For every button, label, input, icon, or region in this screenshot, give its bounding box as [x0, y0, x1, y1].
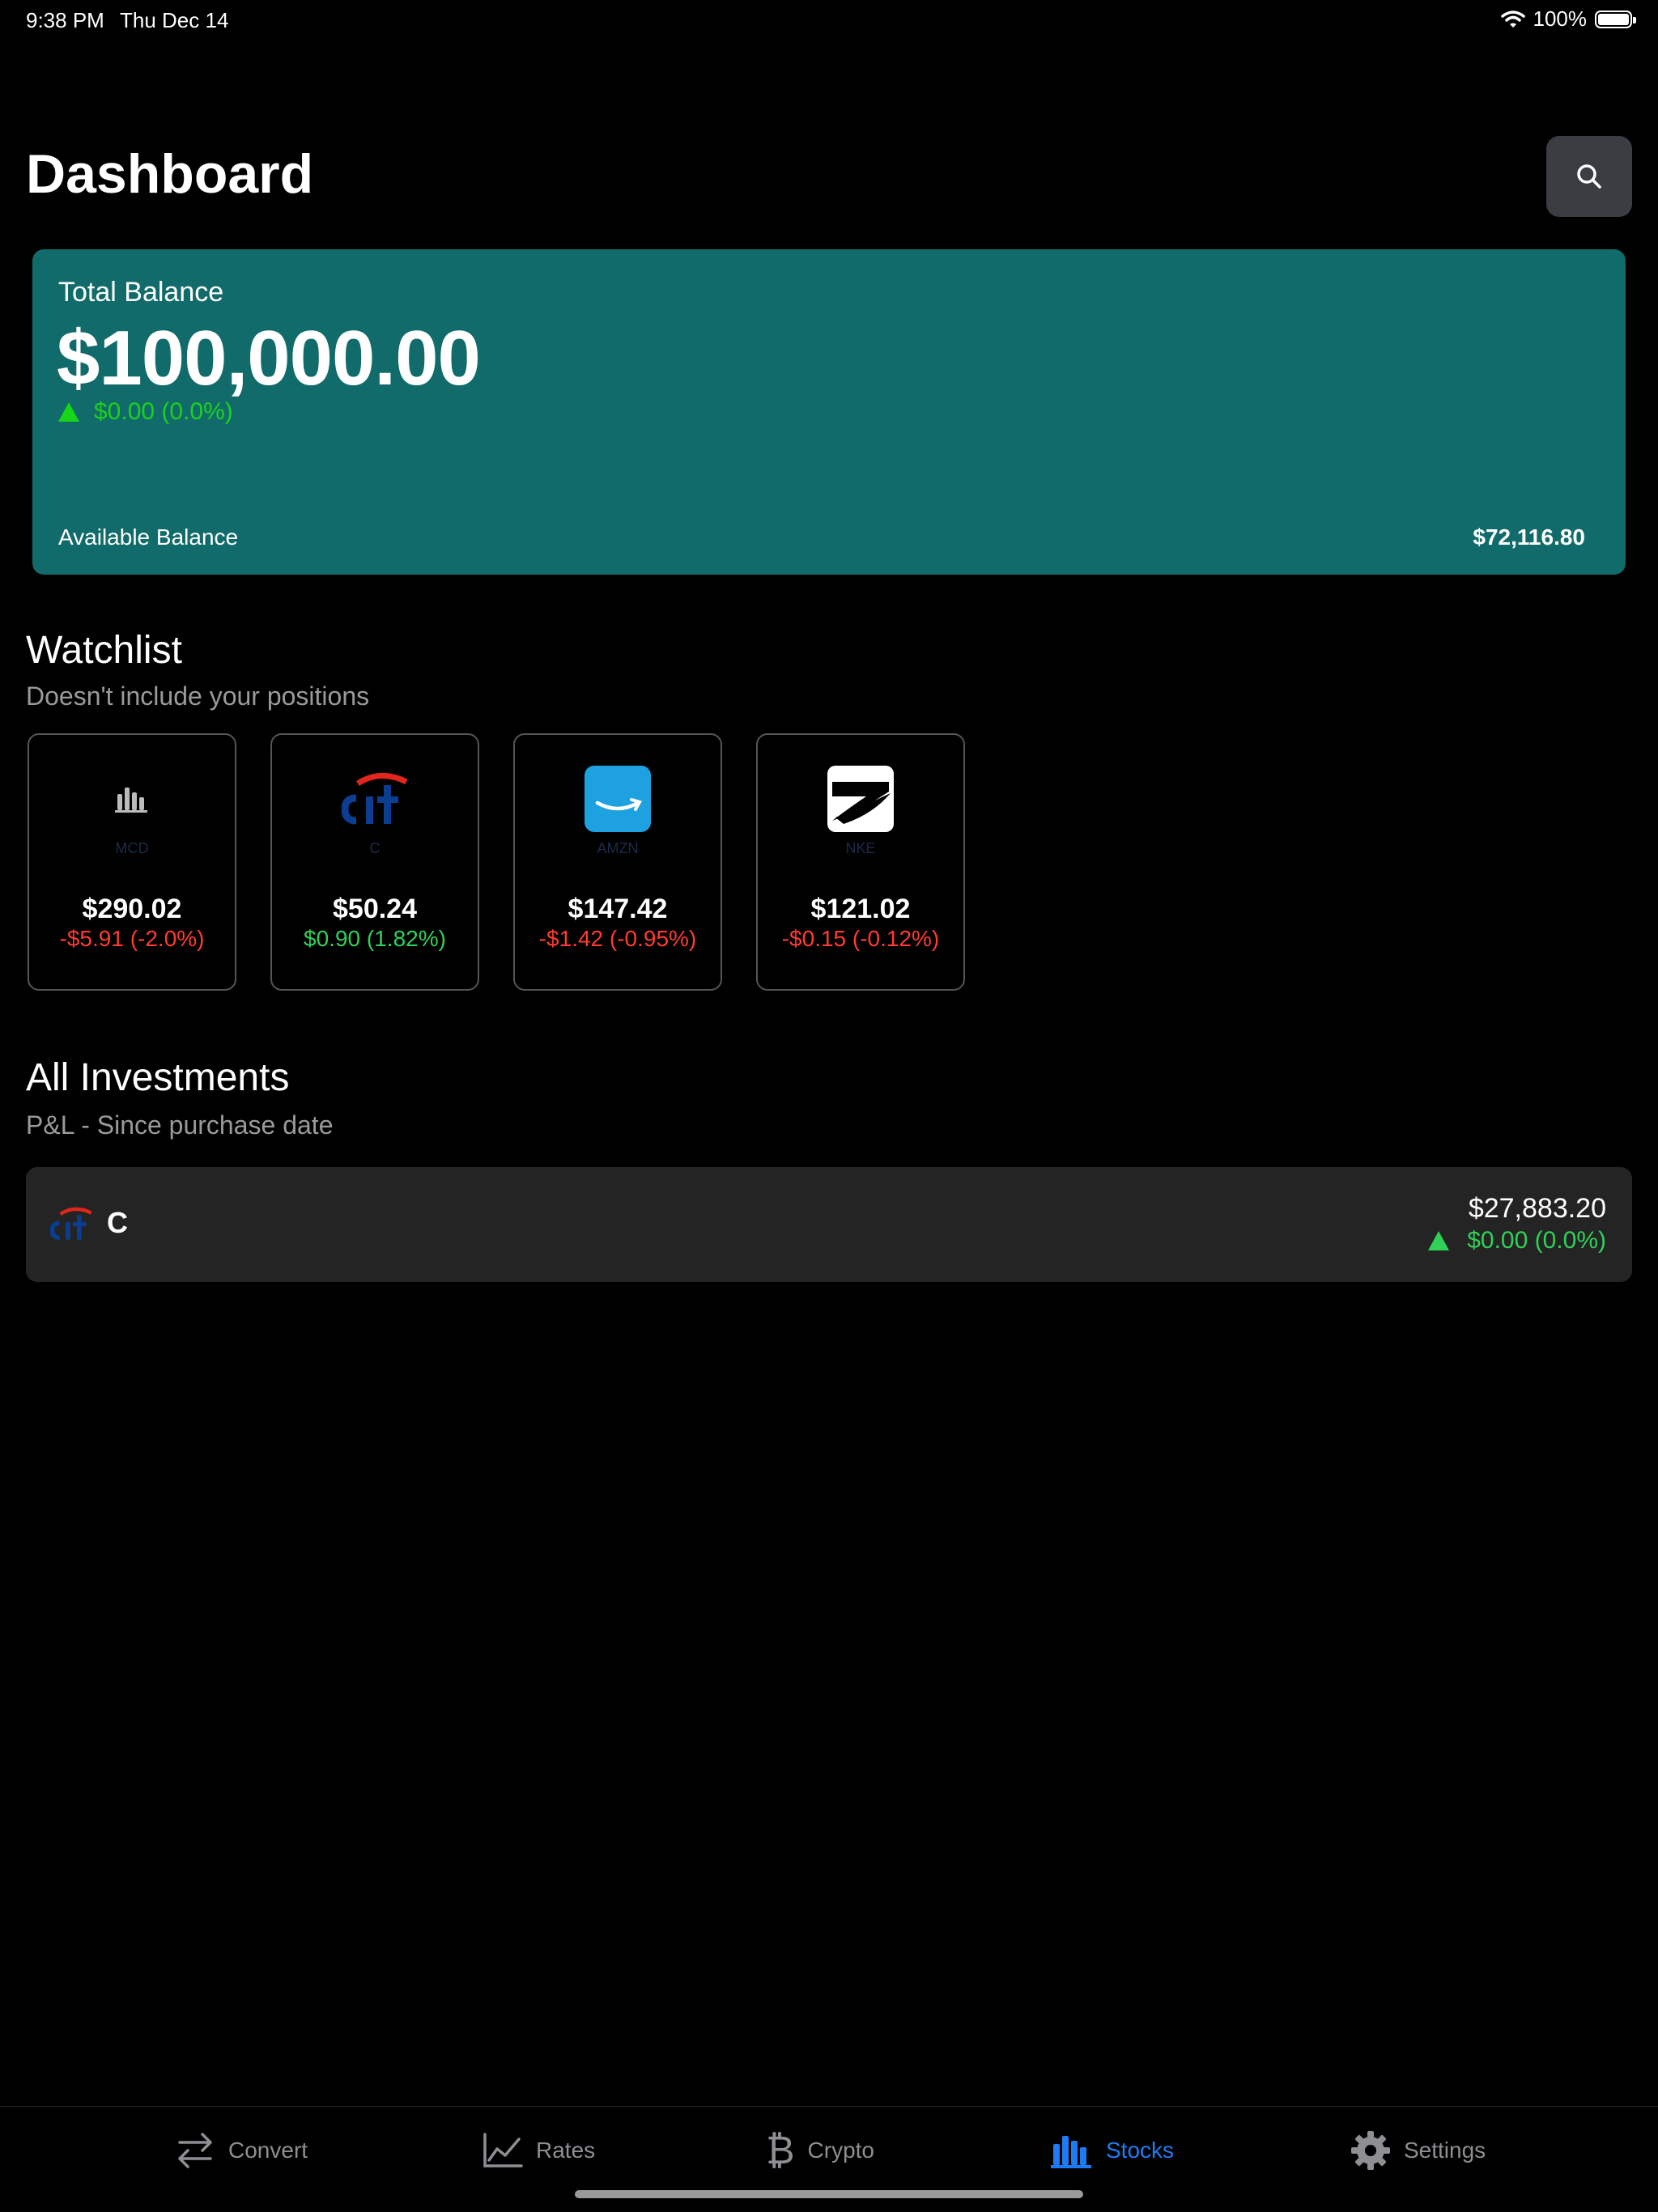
search-button[interactable]: [1546, 136, 1632, 217]
investment-value: $27,883.20: [1468, 1193, 1606, 1224]
up-arrow-icon: [58, 402, 79, 422]
tab-rates[interactable]: Rates: [483, 2128, 595, 2173]
investment-row-c[interactable]: C $27,883.20 $0.00 (0.0%): [26, 1167, 1632, 1282]
watchlist-change: $0.90 (1.82%): [304, 926, 446, 951]
watchlist-price: $50.24: [333, 894, 417, 924]
investments-title: All Investments: [26, 1056, 290, 1099]
investment-change-value: $0.00 (0.0%): [1467, 1227, 1606, 1254]
total-balance-label: Total Balance: [58, 277, 224, 308]
battery-icon: [1595, 10, 1636, 28]
watchlist-change: -$1.42 (-0.95%): [538, 926, 697, 951]
tab-settings[interactable]: Settings: [1350, 2128, 1486, 2173]
watchlist-card-c[interactable]: C $50.24 $0.90 (1.82%): [270, 733, 479, 991]
investment-change: $0.00 (0.0%): [1428, 1227, 1606, 1255]
bar-chart-icon: [1051, 2136, 1091, 2168]
page-title: Dashboard: [26, 143, 314, 205]
line-chart-icon: [483, 2133, 523, 2167]
investment-ticker: C: [107, 1206, 128, 1239]
watchlist-card-nke[interactable]: NKE $121.02 -$0.15 (-0.12%): [756, 733, 965, 991]
citi-logo-icon: [342, 766, 408, 832]
watchlist-change: -$5.91 (-2.0%): [59, 926, 205, 951]
watchlist-change: -$0.15 (-0.12%): [781, 926, 940, 951]
tab-label: Stocks: [1106, 2138, 1175, 2163]
watchlist-price: $290.02: [82, 894, 182, 924]
tab-label: Convert: [228, 2138, 308, 2163]
watchlist-card-amzn[interactable]: AMZN $147.42 -$1.42 (-0.95%): [513, 733, 722, 991]
status-bar: 9:38 PM Thu Dec 14 100%: [0, 0, 1658, 39]
search-icon: [1577, 164, 1601, 189]
balance-change-value: $0.00 (0.0%): [94, 398, 233, 425]
tab-convert[interactable]: Convert: [175, 2128, 308, 2173]
nike-logo-icon: [827, 766, 894, 832]
watchlist-card-mcd[interactable]: MCD $290.02 -$5.91 (-2.0%): [28, 733, 236, 991]
battery-percent: 100%: [1533, 6, 1588, 31]
arrows-left-right-icon: [178, 2133, 212, 2168]
status-date: Thu Dec 14: [120, 8, 229, 32]
balance-change: $0.00 (0.0%): [58, 398, 233, 426]
home-indicator[interactable]: [575, 2190, 1083, 2198]
tab-label: Rates: [536, 2138, 596, 2163]
watchlist-ticker: AMZN: [597, 840, 639, 856]
available-balance-label: Available Balance: [58, 524, 239, 550]
watchlist-title: Watchlist: [26, 629, 182, 672]
tab-label: Settings: [1404, 2138, 1486, 2163]
balance-card[interactable]: Total Balance $100,000.00 $0.00 (0.0%) A…: [32, 249, 1626, 575]
tab-crypto[interactable]: ₿ Crypto: [766, 2128, 874, 2173]
watchlist-ticker: C: [369, 840, 380, 856]
watchlist-ticker: NKE: [845, 840, 876, 856]
watchlist-ticker: MCD: [115, 840, 149, 856]
bitcoin-icon: ₿: [766, 2129, 795, 2172]
tab-stocks[interactable]: Stocks: [1051, 2128, 1174, 2173]
watchlist-price: $147.42: [568, 894, 668, 924]
tab-label: Crypto: [807, 2138, 874, 2163]
available-balance-value: $72,116.80: [1473, 524, 1585, 550]
investments-subtitle: P&L - Since purchase date: [26, 1110, 334, 1140]
status-indicators: 100%: [1500, 6, 1636, 32]
bar-chart-icon: [99, 766, 165, 832]
watchlist-price: $121.02: [810, 894, 911, 924]
watchlist-subtitle: Doesn't include your positions: [26, 681, 370, 711]
status-time: 9:38 PM: [26, 8, 104, 32]
wifi-icon: [1500, 10, 1525, 28]
amazon-logo-icon: [585, 766, 651, 832]
up-arrow-icon: [1428, 1231, 1450, 1250]
citi-logo-icon: [49, 1203, 92, 1245]
gear-icon: [1351, 2131, 1390, 2170]
total-balance-amount: $100,000.00: [57, 315, 481, 401]
